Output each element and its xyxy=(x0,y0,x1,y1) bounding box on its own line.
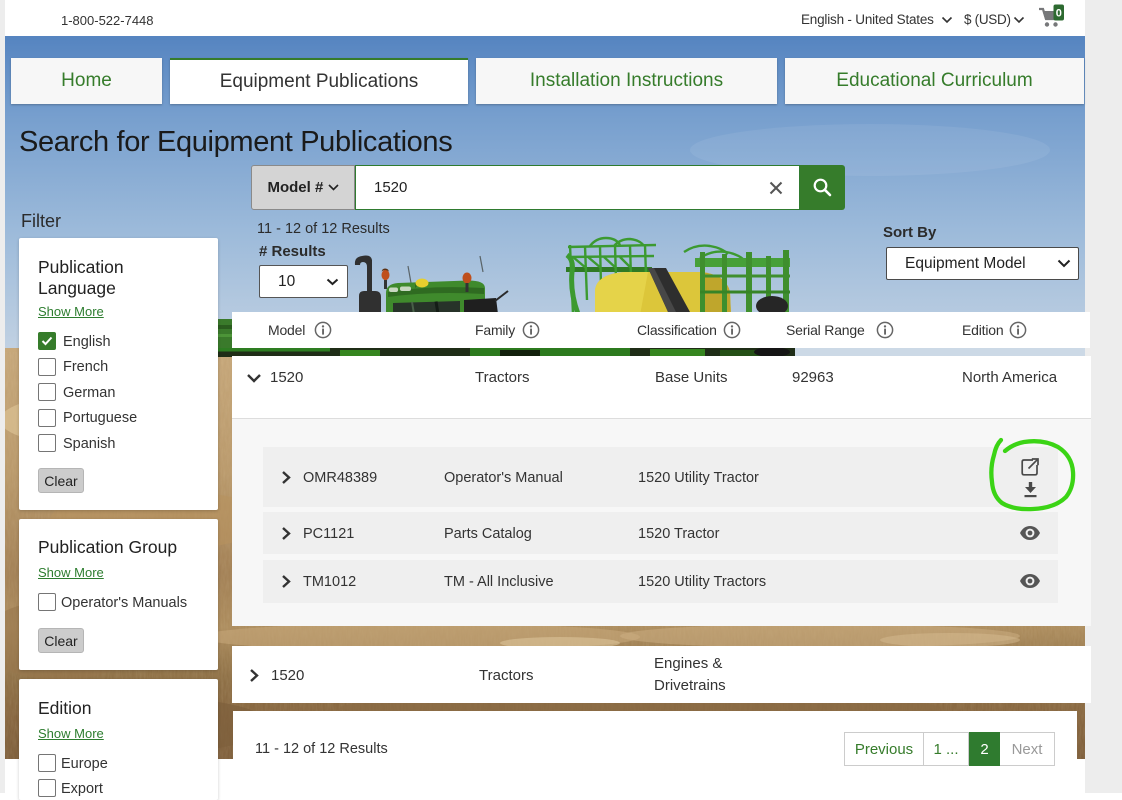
svg-text:0: 0 xyxy=(1056,8,1062,20)
